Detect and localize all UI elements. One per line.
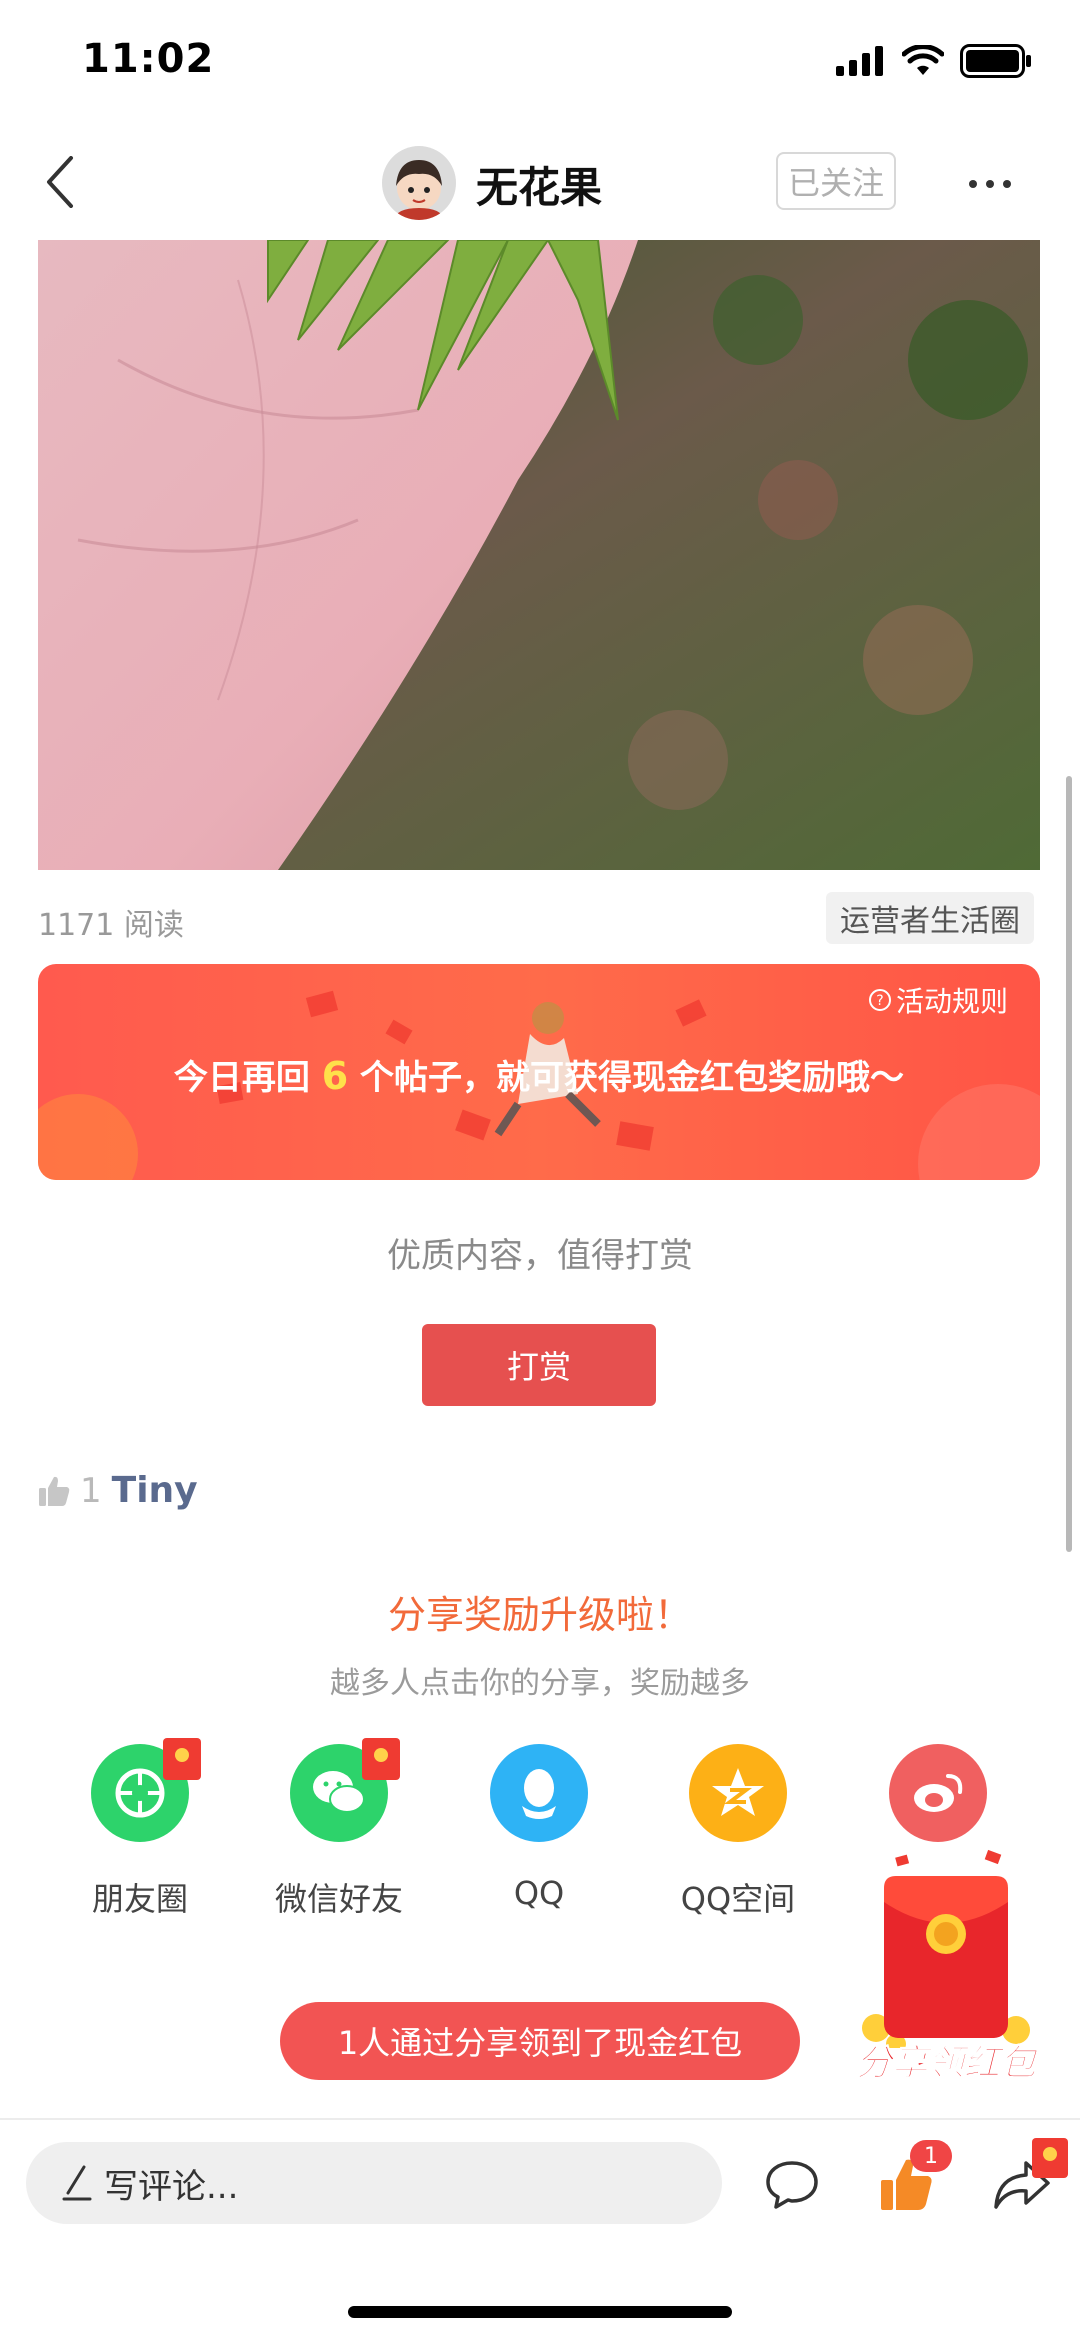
red-packet-badge: [1032, 2138, 1068, 2178]
scrollbar[interactable]: [1066, 776, 1072, 1552]
share-label-wechat: 微信好友: [274, 1880, 403, 1918]
more-dots-icon: [969, 180, 1011, 188]
banner-text: 今日再回 6 个帖子，就可获得现金红包奖励哦～: [38, 1050, 1040, 1099]
reward-button[interactable]: 打赏: [422, 1324, 656, 1406]
wifi-icon: [902, 45, 944, 75]
page-title[interactable]: 无花果: [476, 154, 602, 215]
share-red-packet-float[interactable]: 分享领红包: [836, 1848, 1056, 2088]
moments-glyph: [115, 1768, 165, 1818]
likes-count: 1: [80, 1470, 102, 1511]
share-button[interactable]: [982, 2138, 1068, 2220]
share-label-qzone: QQ空间: [680, 1880, 796, 1918]
signal-icon: [836, 46, 883, 76]
like-button[interactable]: 1: [866, 2140, 952, 2220]
red-packet-label: 分享领红包: [855, 2043, 1036, 2085]
avatar-image: [382, 146, 456, 220]
chevron-left-icon: [47, 156, 73, 208]
red-packet-badge: [362, 1738, 400, 1780]
qzone-icon: [689, 1744, 787, 1842]
activity-rules-label: 活动规则: [895, 985, 1008, 1018]
follow-button[interactable]: 已关注: [776, 152, 896, 210]
qq-glyph: [522, 1769, 556, 1819]
banner-text-before: 今日再回: [173, 1058, 322, 1098]
share-label-qq: QQ: [513, 1874, 565, 1912]
share-wechat[interactable]: 微信好友: [249, 1738, 429, 1920]
home-indicator[interactable]: [348, 2306, 732, 2318]
activity-banner[interactable]: ? 活动规则 今日再回 6 个帖子，就可获得现金红包奖励哦～: [38, 964, 1040, 1180]
back-button[interactable]: [30, 152, 90, 212]
reward-tip: 优质内容，值得打赏: [387, 1236, 693, 1276]
status-bar: 11:02: [0, 0, 1080, 130]
red-packet-badge: [163, 1738, 201, 1780]
pencil-icon: [62, 2165, 92, 2201]
like-count-badge: 1: [910, 2140, 952, 2172]
status-icons: [836, 44, 1032, 78]
status-time: 11:02: [82, 36, 215, 82]
banner-highlight-count: 6: [321, 1054, 349, 1098]
share-qzone[interactable]: QQ空间: [648, 1744, 828, 1920]
wechat-icon: [290, 1738, 400, 1842]
qzone-glyph: [712, 1768, 764, 1816]
moments-icon: [91, 1738, 201, 1842]
nav-bar: 无花果 已关注: [0, 130, 1080, 240]
share-subtitle: 越多人点击你的分享，奖励越多: [330, 1666, 750, 1701]
banner-text-after: 个帖子，就可获得现金红包奖励哦～: [348, 1058, 905, 1098]
wechat-glyph: [313, 1771, 365, 1813]
share-label-moments: 朋友圈: [91, 1880, 188, 1918]
weibo-icon: [889, 1744, 987, 1842]
bottom-divider: [0, 2118, 1080, 2120]
thumb-up-icon: [39, 1476, 70, 1506]
likes-row: 1 Tiny: [38, 1470, 198, 1511]
circle-tag[interactable]: 运营者生活圈: [826, 892, 1034, 944]
post-image[interactable]: [38, 240, 1040, 870]
battery-icon: [960, 44, 1031, 78]
post-photo: [38, 240, 1040, 870]
question-circle-icon: ?: [868, 989, 891, 1011]
svg-text:?: ?: [876, 993, 883, 1009]
red-packet-icon: [862, 1849, 1030, 2054]
share-qq[interactable]: QQ: [449, 1744, 629, 1912]
qq-icon: [490, 1744, 588, 1842]
weibo-glyph: [914, 1774, 963, 1812]
more-button[interactable]: [960, 156, 1020, 212]
read-count: 1171 阅读: [38, 908, 184, 943]
avatar[interactable]: [382, 146, 456, 220]
share-moments[interactable]: 朋友圈: [50, 1738, 230, 1920]
comment-button[interactable]: [752, 2150, 832, 2220]
activity-rules-link[interactable]: ? 活动规则: [868, 980, 1008, 1020]
comment-placeholder: 写评论...: [104, 2166, 239, 2207]
liker-name[interactable]: Tiny: [112, 1470, 198, 1511]
share-result-banner: 1人通过分享领到了现金红包: [280, 2002, 800, 2080]
comment-bubble-icon: [766, 2161, 818, 2209]
comment-input[interactable]: 写评论...: [26, 2142, 722, 2224]
share-title: 分享奖励升级啦！: [387, 1593, 692, 1637]
